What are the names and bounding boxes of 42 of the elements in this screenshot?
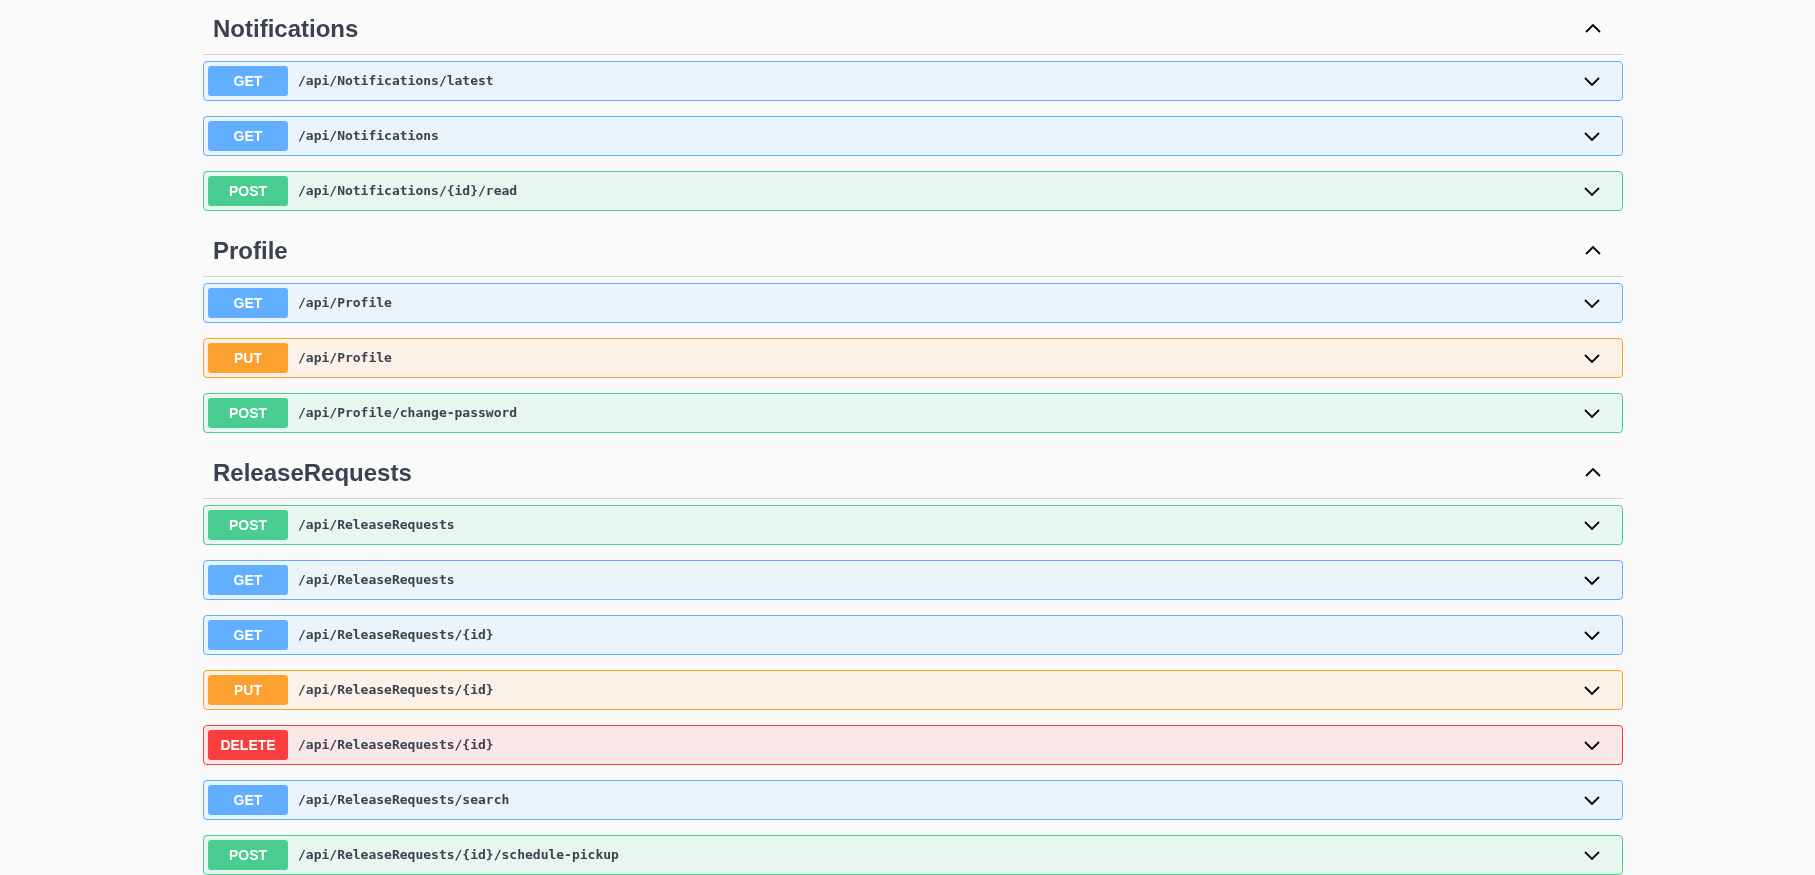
method-badge: GET	[208, 785, 288, 815]
method-badge: GET	[208, 620, 288, 650]
endpoint-row[interactable]: POST /api/Notifications/{id}/read	[203, 171, 1623, 211]
endpoint-path: /api/Notifications/{id}/read	[298, 182, 519, 201]
endpoint-path: /api/ReleaseRequests/{id}	[298, 736, 495, 755]
endpoint-row[interactable]: DELETE /api/ReleaseRequests/{id}	[203, 725, 1623, 765]
endpoint-path: /api/ReleaseRequests	[298, 571, 456, 590]
section-title[interactable]: ReleaseRequests	[213, 455, 412, 491]
endpoint-path: /api/Profile	[298, 294, 393, 313]
endpoint-row[interactable]: GET /api/Profile	[203, 283, 1623, 323]
endpoint-row[interactable]: GET /api/ReleaseRequests/search	[203, 780, 1623, 820]
endpoint-row[interactable]: PUT /api/Profile	[203, 338, 1623, 378]
method-badge: POST	[208, 176, 288, 206]
endpoint-row[interactable]: GET /api/ReleaseRequests/{id}	[203, 615, 1623, 655]
endpoint-path: /api/ReleaseRequests	[298, 516, 456, 535]
endpoint-row[interactable]: POST /api/ReleaseRequests/{id}/schedule-pickup	[203, 835, 1623, 875]
method-badge: POST	[208, 840, 288, 870]
endpoint-row[interactable]: POST /api/ReleaseRequests	[203, 505, 1623, 545]
endpoint-path: /api/Profile	[298, 349, 393, 368]
endpoint-row[interactable]: GET /api/Notifications	[203, 116, 1623, 156]
endpoint-path: /api/Notifications	[298, 127, 440, 146]
endpoint-path: /api/Profile/change-password	[298, 404, 519, 423]
endpoint-path: /api/ReleaseRequests/search	[298, 791, 511, 810]
endpoint-row[interactable]: PUT /api/ReleaseRequests/{id}	[203, 670, 1623, 710]
method-badge: GET	[208, 288, 288, 318]
endpoint-path: /api/ReleaseRequests/{id}	[298, 681, 495, 700]
method-badge: GET	[208, 66, 288, 96]
method-badge: PUT	[208, 343, 288, 373]
method-badge: GET	[208, 565, 288, 595]
method-badge: POST	[208, 510, 288, 540]
method-badge: PUT	[208, 675, 288, 705]
method-badge: POST	[208, 398, 288, 428]
section-title[interactable]: Notifications	[213, 11, 359, 47]
endpoint-row[interactable]: GET /api/Notifications/latest	[203, 61, 1623, 101]
endpoint-row[interactable]: GET /api/ReleaseRequests	[203, 560, 1623, 600]
method-badge: DELETE	[208, 730, 288, 760]
endpoint-path: /api/ReleaseRequests/{id}	[298, 626, 495, 645]
endpoint-path: /api/ReleaseRequests/{id}/schedule-pickup	[298, 846, 620, 865]
endpoint-path: /api/Notifications/latest	[298, 72, 495, 91]
endpoint-row[interactable]: POST /api/Profile/change-password	[203, 393, 1623, 433]
method-badge: GET	[208, 121, 288, 151]
section-title[interactable]: Profile	[213, 233, 288, 269]
